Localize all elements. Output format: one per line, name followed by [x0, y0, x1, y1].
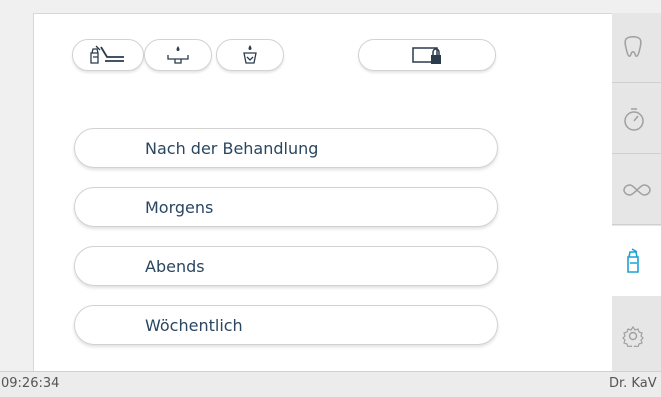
lock-screen-button[interactable]	[358, 39, 496, 71]
cup-drop-button[interactable]	[216, 39, 284, 71]
menu-item-after-treatment[interactable]: Nach der Behandlung	[74, 128, 498, 168]
cup-drop-icon	[243, 45, 257, 64]
sidebar	[612, 13, 661, 371]
sidebar-item-spray-bottle[interactable]	[612, 226, 661, 296]
spray-bottle-icon	[627, 248, 639, 273]
status-user: Dr. KaV	[609, 376, 657, 391]
main-panel: Nach der Behandlung Morgens Abends Wöche…	[33, 13, 613, 372]
status-bar: 09:26:34 Dr. KaV	[0, 371, 661, 397]
sidebar-item-infinity[interactable]	[612, 155, 661, 225]
lock-screen-icon	[412, 47, 441, 64]
sidebar-item-settings[interactable]	[612, 301, 661, 371]
menu-item-mornings[interactable]: Morgens	[74, 187, 498, 227]
sidebar-item-tooth[interactable]	[612, 13, 661, 83]
basin-drop-icon	[167, 46, 189, 64]
menu-item-evenings[interactable]: Abends	[74, 246, 498, 286]
status-time: 09:26:34	[1, 376, 60, 391]
gear-icon	[622, 325, 644, 347]
tooth-icon	[624, 35, 642, 57]
basin-drop-button[interactable]	[144, 39, 212, 71]
spray-treatment-button[interactable]	[72, 39, 144, 71]
stopwatch-icon	[624, 107, 644, 131]
spray-treatment-icon	[90, 45, 124, 64]
infinity-icon	[623, 183, 651, 196]
sidebar-item-stopwatch[interactable]	[612, 84, 661, 154]
menu-item-weekly[interactable]: Wöchentlich	[74, 305, 498, 345]
